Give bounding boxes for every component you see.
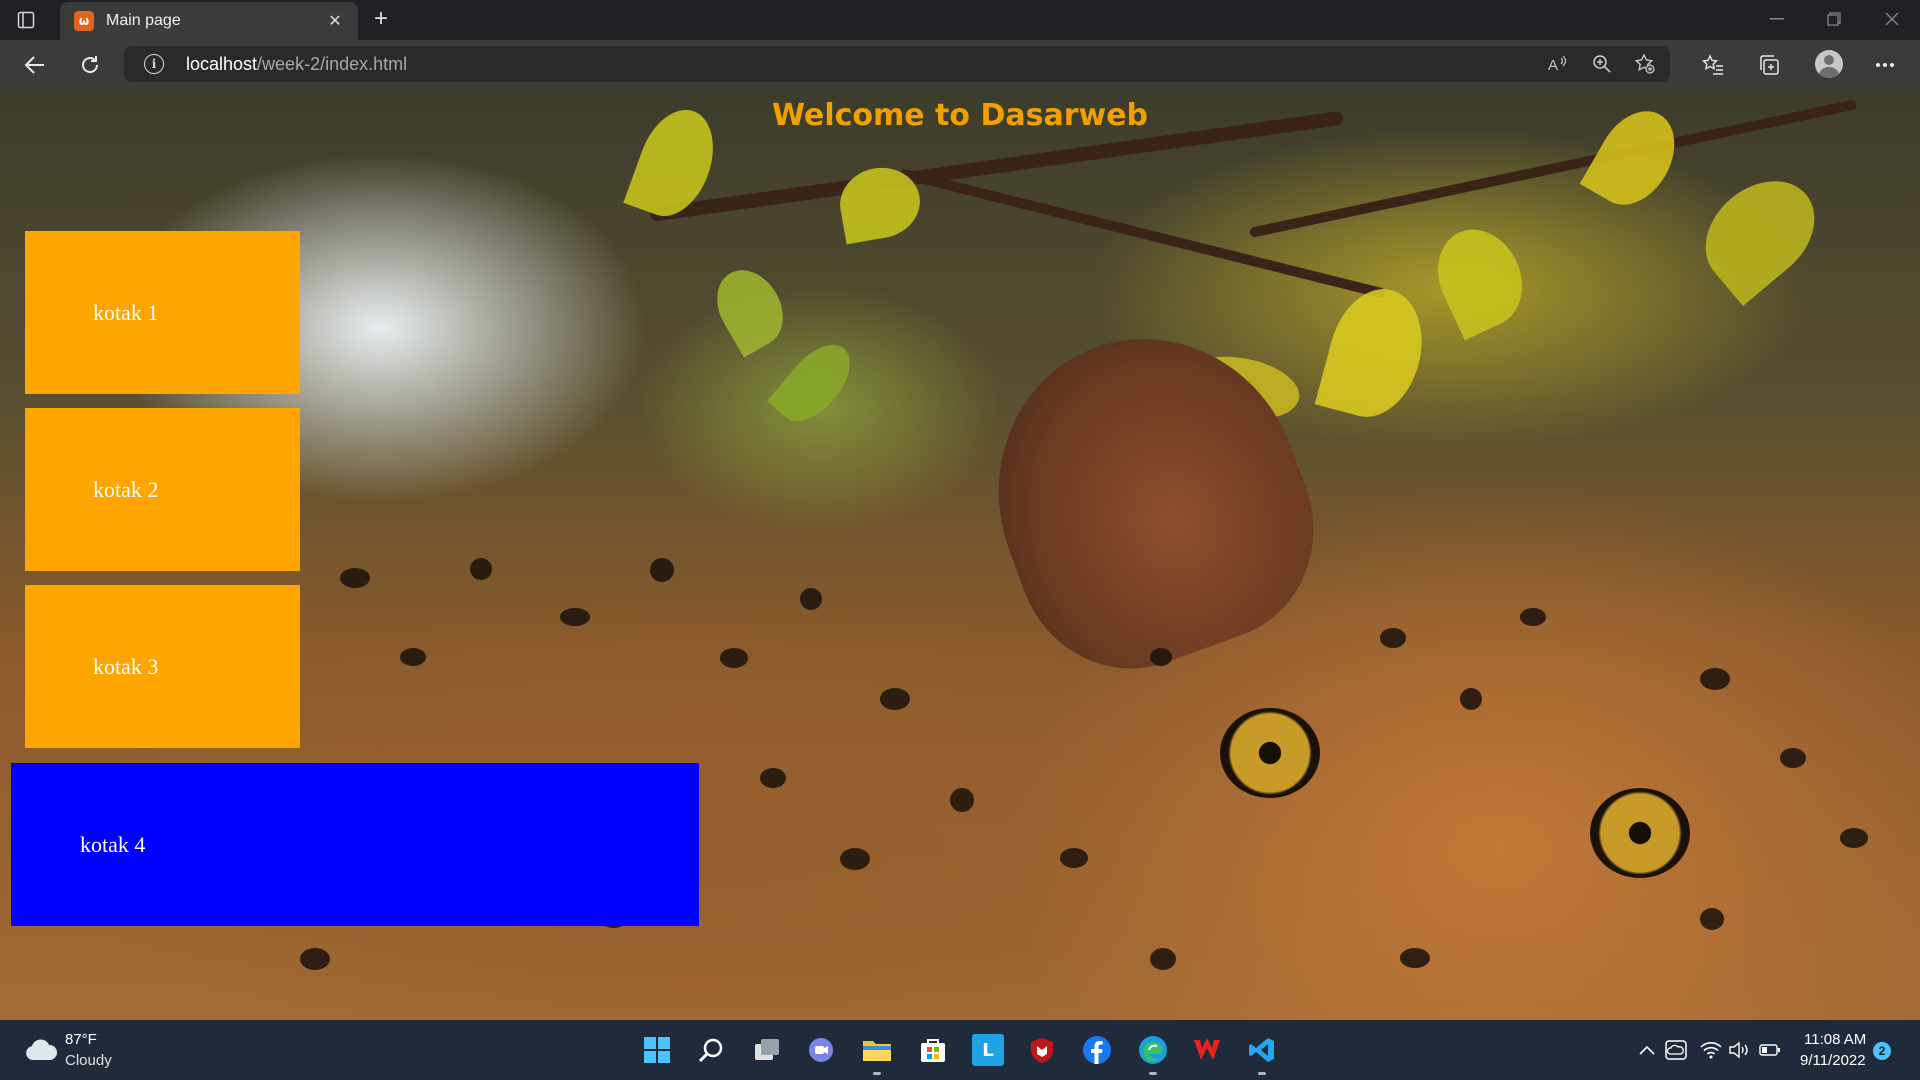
zoom-icon[interactable] bbox=[1588, 50, 1616, 78]
chevron-up-icon[interactable] bbox=[1636, 1039, 1658, 1061]
leopard-eye-left bbox=[1220, 708, 1320, 798]
task-view-icon[interactable] bbox=[751, 1034, 783, 1066]
plus-icon[interactable]: + bbox=[368, 6, 394, 32]
cloud-icon bbox=[26, 1039, 58, 1060]
edge-icon[interactable] bbox=[1137, 1034, 1169, 1066]
window-close-icon[interactable] bbox=[1872, 8, 1912, 30]
more-icon[interactable] bbox=[1870, 50, 1900, 80]
mcafee-icon[interactable] bbox=[1026, 1034, 1058, 1066]
teams-chat-icon[interactable] bbox=[805, 1034, 837, 1066]
notification-badge[interactable]: 2 bbox=[1873, 1042, 1891, 1060]
close-icon[interactable]: ✕ bbox=[324, 10, 346, 32]
minimize-icon[interactable] bbox=[1757, 8, 1797, 30]
address-host: localhost bbox=[186, 54, 258, 74]
l-app-icon[interactable]: L bbox=[972, 1034, 1004, 1066]
search-icon[interactable] bbox=[695, 1034, 727, 1066]
kotak-3-label: kotak 3 bbox=[93, 653, 159, 679]
collections-icon[interactable] bbox=[1754, 50, 1784, 80]
running-indicator bbox=[1149, 1072, 1157, 1075]
kotak-4-box: kotak 4 bbox=[11, 763, 699, 926]
xampp-icon: ω bbox=[74, 11, 94, 31]
onedrive-icon[interactable] bbox=[1665, 1039, 1687, 1061]
tab-actions-icon[interactable] bbox=[14, 8, 38, 32]
kotak-2-box: kotak 2 bbox=[25, 408, 300, 571]
running-indicator bbox=[1258, 1072, 1266, 1075]
battery-icon[interactable] bbox=[1759, 1039, 1781, 1061]
clock-date[interactable]: 9/11/2022 bbox=[1800, 1052, 1866, 1069]
address-path: /week-2/index.html bbox=[257, 54, 408, 74]
browser-toolbar: i localhost/week-2/index.html A bbox=[0, 40, 1920, 88]
kotak-4-label: kotak 4 bbox=[80, 831, 146, 857]
kotak-2-label: kotak 2 bbox=[93, 476, 159, 502]
kotak-1-label: kotak 1 bbox=[93, 299, 159, 325]
address-bar[interactable]: i localhost/week-2/index.html A bbox=[124, 46, 1670, 82]
back-icon[interactable] bbox=[20, 50, 50, 80]
facebook-icon[interactable] bbox=[1081, 1034, 1113, 1066]
tab-title: Main page bbox=[106, 12, 181, 29]
svg-text:A: A bbox=[1548, 57, 1558, 74]
kotak-1-box: kotak 1 bbox=[25, 231, 300, 394]
address-url[interactable]: localhost/week-2/index.html bbox=[186, 54, 407, 75]
volume-icon[interactable] bbox=[1728, 1039, 1750, 1061]
kotak-3-box: kotak 3 bbox=[25, 585, 300, 748]
file-explorer-icon[interactable] bbox=[861, 1034, 893, 1066]
wps-office-icon[interactable] bbox=[1191, 1034, 1223, 1066]
page-viewport[interactable]: Welcome to Dasarweb kotak 1 kotak 2 kota… bbox=[0, 88, 1920, 1020]
restore-icon[interactable] bbox=[1814, 8, 1854, 30]
microsoft-store-icon[interactable] bbox=[917, 1034, 949, 1066]
clock-time[interactable]: 11:08 AM bbox=[1804, 1031, 1866, 1048]
vscode-icon[interactable] bbox=[1246, 1034, 1278, 1066]
wifi-icon[interactable] bbox=[1700, 1039, 1722, 1061]
info-icon[interactable]: i bbox=[144, 54, 164, 74]
leopard-ear bbox=[954, 296, 1346, 700]
running-indicator bbox=[873, 1072, 881, 1075]
weather-temp: 87°F bbox=[65, 1031, 97, 1048]
read-aloud-icon[interactable]: A bbox=[1544, 50, 1572, 78]
windows-taskbar: 87°F Cloudy L 11:08 AM 9/11/2022 2 bbox=[0, 1020, 1920, 1080]
weather-condition: Cloudy bbox=[65, 1052, 112, 1069]
page-title: Welcome to Dasarweb bbox=[771, 98, 1149, 133]
favorites-icon[interactable] bbox=[1698, 50, 1728, 80]
add-favorite-icon[interactable] bbox=[1631, 50, 1659, 78]
profile-icon[interactable] bbox=[1815, 50, 1843, 78]
browser-tab-bar: ω Main page ✕ + bbox=[0, 0, 1920, 40]
windows-start-icon[interactable] bbox=[641, 1034, 673, 1066]
browser-tab[interactable]: ω Main page ✕ bbox=[60, 2, 358, 40]
leopard-eye-right bbox=[1590, 788, 1690, 878]
refresh-icon[interactable] bbox=[75, 50, 105, 80]
